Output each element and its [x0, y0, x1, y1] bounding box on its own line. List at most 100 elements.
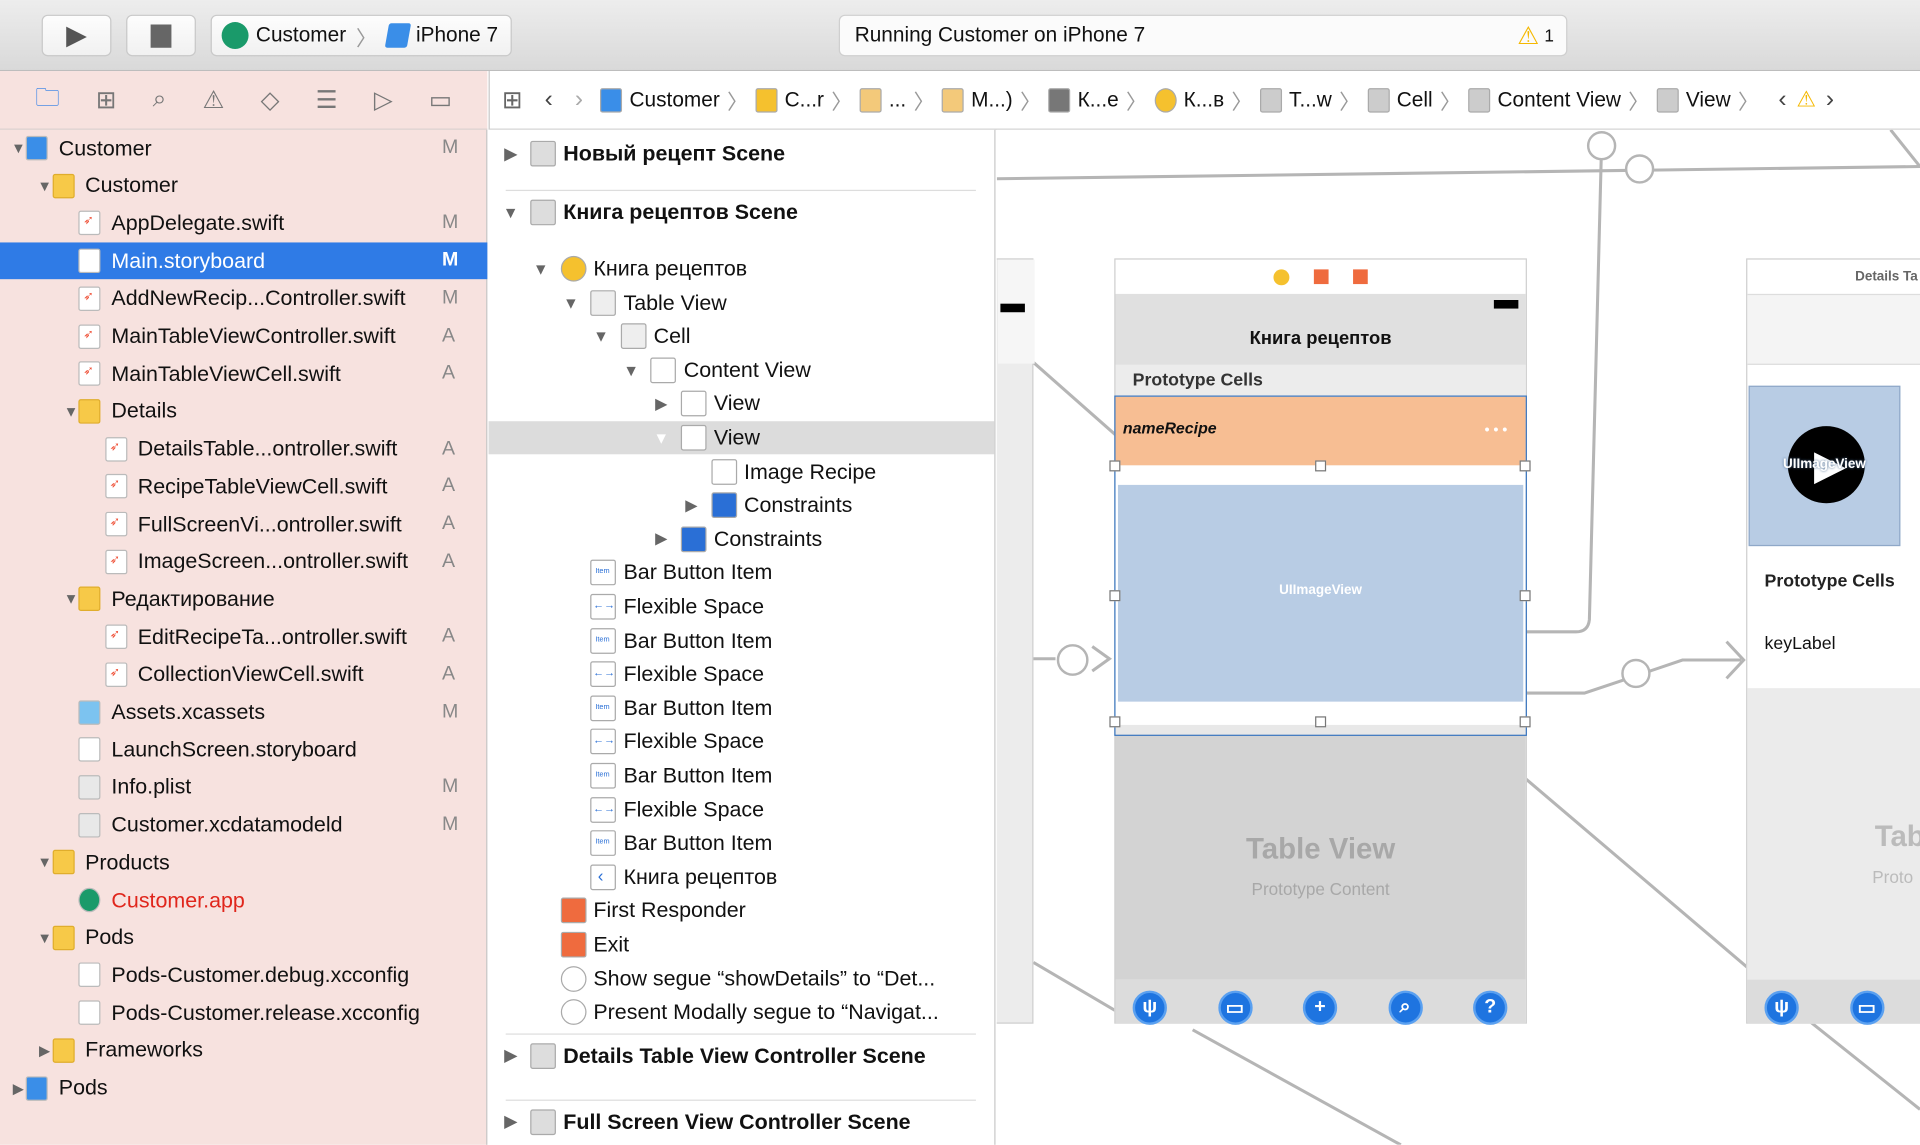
scene-item[interactable]: ▶ Новый рецепт Scene [489, 137, 995, 170]
disclosure-open-icon[interactable]: ▼ [502, 203, 519, 221]
disclosure-open-icon[interactable]: ▼ [532, 260, 549, 278]
outline-item[interactable]: Item Bar Button Item [489, 556, 995, 589]
outline-item[interactable]: Item Bar Button Item [489, 692, 995, 725]
report-icon[interactable]: ▭ [429, 84, 452, 115]
storyboard-canvas[interactable]: Книга рецептов Prototype Cells nameRecip… [996, 129, 1920, 1145]
navigator-item[interactable]: Pods-Customer.release.xcconfig [0, 994, 487, 1031]
navigator-item[interactable]: Customer.xcdatamodeld M [0, 806, 487, 843]
navigator-item[interactable]: Customer.app [0, 882, 487, 919]
restaurant-icon[interactable]: ψ [1132, 990, 1167, 1025]
navigator-item[interactable]: ➶ RecipeTableViewCell.swift A [0, 468, 487, 505]
jump-bar-item[interactable]: К...е [1043, 87, 1123, 113]
outline-item[interactable]: Present Modally segue to “Navigat... [489, 996, 995, 1029]
navigator-item[interactable]: Assets.xcassets M [0, 694, 487, 731]
jump-bar-item[interactable]: К...в [1149, 87, 1229, 113]
forward-button[interactable]: › [563, 86, 596, 114]
navigator-item[interactable]: ▶ Pods [0, 1070, 487, 1107]
disclosure-closed-icon[interactable]: ▶ [653, 394, 670, 414]
outline-item[interactable]: Image Recipe [489, 455, 995, 488]
jump-bar-item[interactable]: T...w [1255, 87, 1337, 113]
view-controller-icon[interactable] [1273, 268, 1290, 285]
navigator-item[interactable]: ➶ AddNewRecip...Controller.swift M [0, 280, 487, 317]
disclosure-closed-icon[interactable]: ▶ [683, 496, 700, 516]
disclosure-open-icon[interactable]: ▼ [36, 177, 53, 194]
outline-item[interactable]: Item Bar Button Item [489, 759, 995, 792]
outline-item[interactable]: ▼ Table View [489, 286, 995, 319]
disclosure-open-icon[interactable]: ▼ [623, 361, 640, 379]
search-icon[interactable]: ⌕ [153, 86, 167, 114]
navigator-item[interactable]: ▼ Customer M [0, 130, 487, 167]
outline-item[interactable]: ▶ Constraints [489, 489, 995, 522]
navigator-item[interactable]: LaunchScreen.storyboard [0, 731, 487, 768]
disclosure-closed-icon[interactable]: ▶ [10, 1079, 27, 1096]
help-icon[interactable]: ? [1473, 990, 1508, 1025]
debug-icon[interactable]: ☰ [316, 84, 338, 115]
disclosure-closed-icon[interactable]: ▶ [502, 144, 519, 164]
navigator-item[interactable]: ▼ Редактирование [0, 581, 487, 618]
resize-handle[interactable] [1109, 590, 1121, 602]
outline-item[interactable]: Item Bar Button Item [489, 827, 995, 860]
next-issue-button[interactable]: › [1826, 86, 1834, 114]
test-icon[interactable]: ◇ [261, 84, 280, 115]
outline-item[interactable]: ←→ Flexible Space [489, 658, 995, 691]
navigator-item[interactable]: ➶ DetailsTable...ontroller.swift A [0, 431, 487, 468]
navigator-item[interactable]: Main.storyboard M [0, 242, 488, 280]
main-scene[interactable]: Книга рецептов Prototype Cells nameRecip… [1109, 258, 1531, 1025]
folder-icon[interactable]: ▭ [1849, 990, 1884, 1025]
scene-item[interactable]: ▶ Details Table View Controller Scene [489, 1039, 995, 1072]
disclosure-open-icon[interactable]: ▼ [10, 140, 27, 157]
outline-item[interactable]: ▼ Content View [489, 354, 995, 387]
scene-item[interactable]: ▶ Full Screen View Controller Scene [489, 1105, 995, 1138]
plus-icon[interactable]: + [1302, 990, 1338, 1025]
navigator-item[interactable]: ➶ EditRecipeTa...ontroller.swift A [0, 618, 487, 655]
outline-item[interactable]: First Responder [489, 894, 995, 927]
outline-item[interactable]: ▶ View [489, 387, 995, 420]
disclosure-closed-icon[interactable]: ▶ [653, 529, 670, 549]
outline-item[interactable]: ▼ Книга рецептов [489, 252, 995, 285]
resize-handle[interactable] [1519, 460, 1531, 472]
stop-button[interactable] [126, 14, 196, 57]
partial-scene-left[interactable] [996, 258, 1035, 1024]
jump-bar-item[interactable]: View [1652, 87, 1736, 113]
resize-handle[interactable] [1315, 716, 1327, 728]
outline-item[interactable]: ▶ Constraints [489, 523, 995, 556]
navigator-item[interactable]: ➶ AppDelegate.swift M [0, 205, 487, 242]
warning-icon[interactable]: ⚠ [203, 84, 225, 115]
jump-bar-item[interactable]: Cell [1362, 87, 1437, 113]
details-image-view[interactable]: ▶ UIImageView [1748, 385, 1901, 547]
related-items-icon[interactable]: ⊞ [490, 84, 535, 115]
zoom-icon[interactable]: ⌕ [1387, 990, 1423, 1025]
resize-handle[interactable] [1109, 716, 1121, 728]
breakpoint-icon[interactable]: ▷ [374, 84, 393, 115]
resize-handle[interactable] [1315, 460, 1327, 472]
previous-issue-button[interactable]: ‹ [1778, 86, 1786, 114]
scheme-selector[interactable]: Customer 〉 iPhone 7 [210, 14, 512, 57]
navigator-item[interactable]: Info.plist M [0, 769, 487, 806]
warning-icon[interactable]: ⚠ [1796, 87, 1816, 113]
outline-item[interactable]: ▼ View [488, 421, 995, 455]
jump-bar-item[interactable]: ... [855, 87, 912, 113]
scene-item[interactable]: ▼ Книга рецептов Scene [489, 196, 995, 229]
jump-bar-item[interactable]: Content View [1463, 87, 1626, 113]
outline-item[interactable]: ▼ Cell [489, 320, 995, 353]
navigator-item[interactable]: ➶ MainTableViewCell.swift A [0, 355, 487, 392]
navigator-item[interactable]: ➶ CollectionViewCell.swift A [0, 656, 487, 693]
navigator-item[interactable]: ▼ Details [0, 393, 487, 430]
hierarchy-icon[interactable]: ⊞ [96, 84, 117, 115]
outline-item[interactable]: ←→ Flexible Space [489, 590, 995, 623]
disclosure-open-icon[interactable]: ▼ [562, 293, 579, 311]
first-responder-icon[interactable] [1313, 269, 1329, 285]
details-scene[interactable]: Details Ta ▶ UIImageView Prototype Cells… [1746, 258, 1920, 1025]
name-recipe-cell[interactable]: nameRecipe ••• [1115, 396, 1526, 466]
navigator-item[interactable]: Pods-Customer.debug.xcconfig [0, 957, 487, 994]
outline-item[interactable]: ←→ Flexible Space [489, 793, 995, 826]
disclosure-closed-icon[interactable]: ▶ [502, 1046, 519, 1066]
back-button[interactable]: ‹ [535, 86, 563, 114]
restaurant-icon[interactable]: ψ [1764, 990, 1799, 1025]
disclosure-open-icon[interactable]: ▼ [592, 327, 609, 345]
folder-icon[interactable]: 🗀 [35, 79, 59, 121]
outline-item[interactable]: ←→ Flexible Space [489, 725, 995, 758]
navigator-item[interactable]: ▼ Pods [0, 919, 487, 956]
disclosure-open-icon[interactable]: ▼ [62, 591, 79, 608]
disclosure-closed-icon[interactable]: ▶ [36, 1042, 53, 1059]
